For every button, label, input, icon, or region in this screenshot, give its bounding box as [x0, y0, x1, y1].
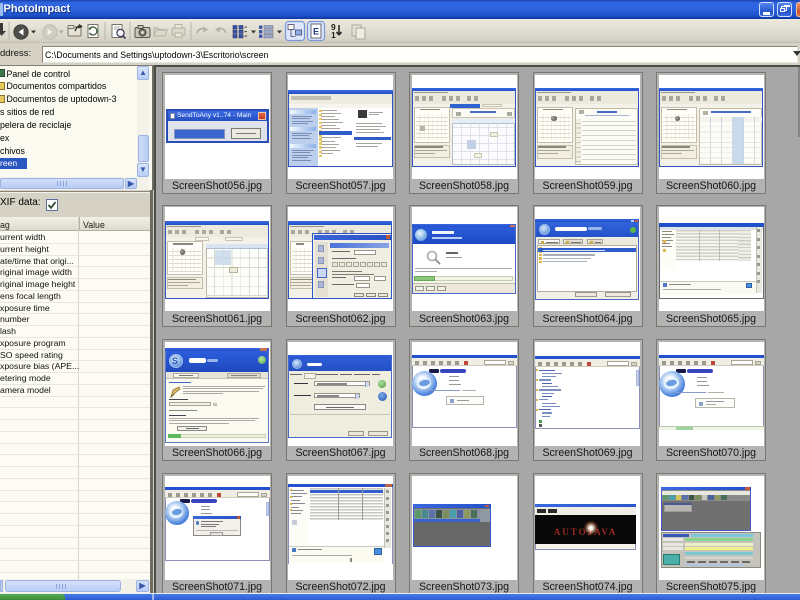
svg-text:E: E — [313, 27, 319, 37]
svg-text:1: 1 — [331, 30, 336, 40]
